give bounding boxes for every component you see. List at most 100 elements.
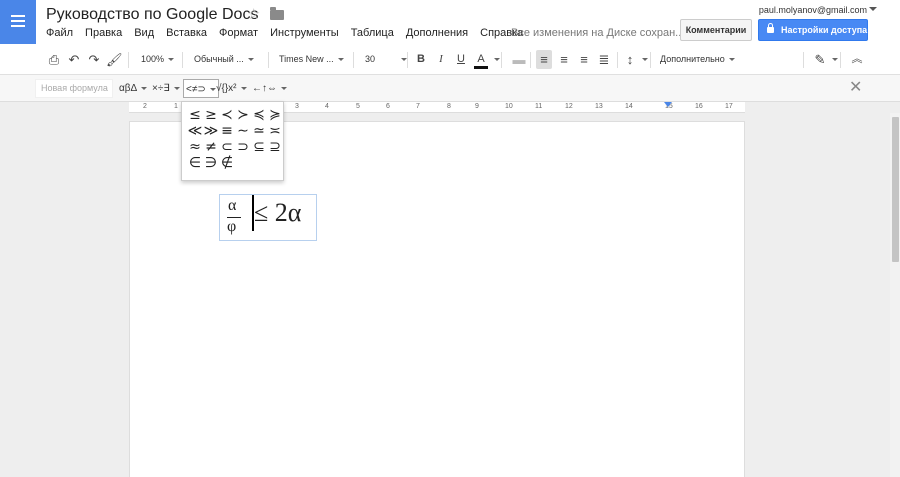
font-size-select[interactable]: 30 — [365, 50, 408, 69]
ruler-number: 12 — [565, 103, 573, 110]
ruler-number: 7 — [416, 103, 420, 110]
text-color-button[interactable]: A — [473, 50, 489, 69]
symbol-ll[interactable]: ≪ — [187, 123, 203, 139]
print-icon[interactable]: ⎙ — [46, 50, 62, 69]
symbol-supset[interactable]: ⊃ — [235, 139, 251, 155]
fraction-denominator: φ — [227, 218, 237, 235]
lock-icon — [767, 23, 774, 33]
document-title[interactable]: Руководство по Google Docs — [46, 6, 258, 24]
chevron-down-icon[interactable] — [832, 58, 838, 61]
align-right-icon[interactable]: ≡ — [576, 50, 592, 69]
undo-icon[interactable]: ↶ — [66, 50, 82, 69]
symbol-geq[interactable]: ≥ — [203, 107, 219, 123]
bold-button[interactable]: B — [413, 50, 429, 69]
pencil-icon[interactable]: ✎ — [812, 50, 828, 69]
ruler-number: 14 — [625, 103, 633, 110]
menu-tools[interactable]: Инструменты — [270, 27, 339, 39]
ruler-number: 6 — [386, 103, 390, 110]
save-status[interactable]: Все изменения на Диске сохран... — [511, 27, 684, 39]
vertical-scrollbar[interactable] — [890, 113, 900, 477]
equation-editor[interactable]: α φ ≤ 2α — [219, 194, 317, 241]
menu-edit[interactable]: Правка — [85, 27, 122, 39]
chevron-down-icon[interactable] — [642, 58, 648, 61]
text-color-swatch — [474, 66, 488, 69]
share-button[interactable]: Настройки доступа — [758, 19, 868, 41]
toolbar-divider — [268, 52, 269, 68]
collapse-toolbar-icon[interactable]: ︽ — [849, 50, 865, 69]
symbol-leq[interactable]: ≤ — [187, 107, 203, 123]
menu-table[interactable]: Таблица — [351, 27, 394, 39]
paint-format-icon[interactable]: 🖌 — [106, 50, 123, 69]
menu-insert[interactable]: Вставка — [166, 27, 207, 39]
close-icon[interactable]: ✕ — [849, 79, 862, 97]
ruler-number: 8 — [447, 103, 451, 110]
docs-logo-line — [11, 20, 25, 22]
symbol-prec[interactable]: ≺ — [219, 107, 235, 123]
symbol-neq[interactable]: ≠ — [203, 139, 219, 155]
ruler-number: 9 — [475, 103, 479, 110]
symbol-subset[interactable]: ⊂ — [219, 139, 235, 155]
symbol-equiv[interactable]: ≡ — [219, 123, 235, 139]
symbol-asymp[interactable]: ≍ — [267, 123, 283, 139]
ruler-number: 13 — [595, 103, 603, 110]
font-select[interactable]: Times New ... — [279, 50, 344, 69]
right-indent-marker[interactable] — [664, 102, 672, 107]
zoom-select[interactable]: 100% — [141, 50, 175, 69]
operators-menu[interactable]: ×÷∃ — [150, 79, 182, 98]
menu-format[interactable]: Формат — [219, 27, 258, 39]
star-icon[interactable]: ☆ — [247, 5, 260, 23]
symbol-in[interactable]: ∈ — [187, 155, 203, 171]
new-formula-button[interactable]: Новая формула — [35, 79, 113, 98]
comments-button[interactable]: Комментарии — [680, 19, 752, 41]
symbol-approx[interactable]: ≈ — [187, 139, 203, 155]
math-operations-menu[interactable]: √{}x² — [214, 79, 249, 98]
redo-icon[interactable]: ↷ — [86, 50, 102, 69]
account-email[interactable]: paul.molyanov@gmail.com — [759, 5, 867, 15]
folder-icon[interactable] — [270, 7, 284, 20]
share-button-label: Настройки доступа — [781, 25, 868, 35]
chevron-down-icon[interactable] — [494, 58, 500, 61]
menu-view[interactable]: Вид — [134, 27, 154, 39]
chevron-down-icon[interactable] — [869, 7, 877, 11]
symbol-supseteq[interactable]: ⊇ — [267, 139, 283, 155]
symbol-simeq[interactable]: ≃ — [251, 123, 267, 139]
chevron-down-icon — [141, 86, 148, 90]
symbol-ni[interactable]: ∋ — [203, 155, 219, 171]
toolbar-divider — [407, 52, 408, 68]
symbol-subseteq[interactable]: ⊆ — [251, 139, 267, 155]
symbol-preceq[interactable]: ≼ — [251, 107, 267, 123]
toolbar-divider — [617, 52, 618, 68]
equation-expression: ≤ 2α — [254, 198, 302, 227]
symbol-succ[interactable]: ≻ — [235, 107, 251, 123]
zoom-value: 100% — [141, 54, 165, 64]
style-select[interactable]: Обычный ... — [194, 50, 254, 69]
scrollbar-thumb[interactable] — [892, 117, 899, 262]
ruler-number: 3 — [295, 103, 299, 110]
chevron-down-icon — [728, 58, 735, 62]
greek-letters-menu[interactable]: αβΔ — [117, 79, 149, 98]
align-center-icon[interactable]: ≡ — [556, 50, 572, 69]
arrows-menu[interactable]: ←↑⇔ — [250, 79, 289, 98]
more-button[interactable]: Дополнительно — [660, 50, 735, 69]
insert-link-icon[interactable]: ▬ — [511, 50, 527, 69]
align-justify-icon[interactable]: ≣ — [596, 50, 612, 69]
menu-addons[interactable]: Дополнения — [406, 27, 468, 39]
docs-home-icon[interactable] — [0, 0, 36, 44]
arrows-label: ←↑⇔ — [252, 83, 277, 94]
menu-file[interactable]: Файл — [46, 27, 73, 39]
operators-label: ×÷∃ — [152, 83, 170, 94]
chevron-down-icon — [247, 58, 254, 62]
symbol-succeq[interactable]: ≽ — [267, 107, 283, 123]
symbol-sim[interactable]: ∼ — [235, 123, 251, 139]
underline-button[interactable]: U — [453, 50, 469, 69]
greek-letters-label: αβΔ — [119, 83, 138, 94]
symbol-notin[interactable]: ∉ — [219, 155, 235, 171]
chevron-down-icon — [240, 86, 247, 90]
symbol-gg[interactable]: ≫ — [203, 123, 219, 139]
align-left-icon[interactable]: ≡ — [536, 50, 552, 69]
italic-button[interactable]: I — [433, 50, 449, 69]
line-spacing-icon[interactable]: ↕ — [622, 50, 638, 69]
toolbar-divider — [182, 52, 183, 68]
toolbar-divider — [128, 52, 129, 68]
toolbar-divider — [501, 52, 502, 68]
